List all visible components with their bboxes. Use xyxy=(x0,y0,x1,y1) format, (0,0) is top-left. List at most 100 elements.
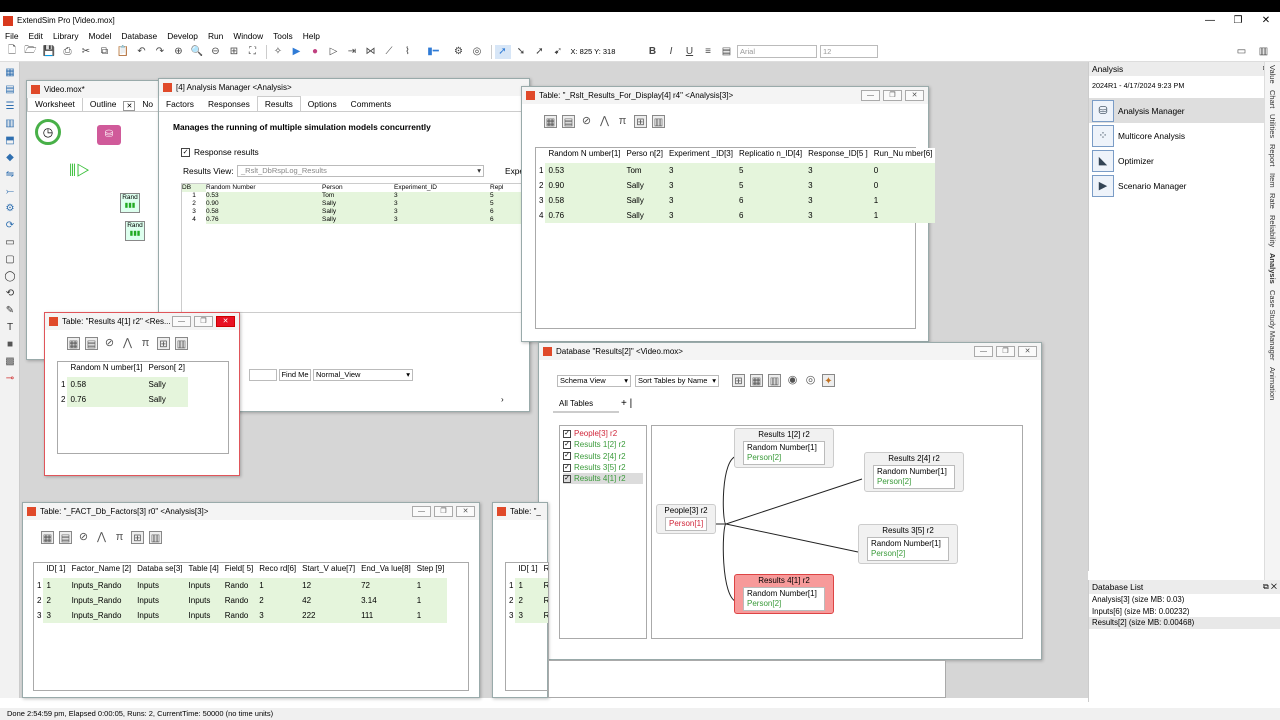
tab-comments[interactable]: Comments xyxy=(344,97,399,111)
cut-icon[interactable]: ✂ xyxy=(78,45,94,59)
shadow-icon[interactable]: ▤ xyxy=(719,45,735,59)
block-icon[interactable]: ▦ xyxy=(3,65,17,79)
people-node[interactable]: People[3] r2 Person[1] xyxy=(656,504,716,534)
results3-node[interactable]: Results 3[5] r2 Random Number[1] Person[2… xyxy=(858,524,958,564)
menu-database[interactable]: Database xyxy=(121,31,157,41)
table-cell[interactable]: Sally xyxy=(623,208,666,223)
table-cell[interactable]: 1 xyxy=(870,193,936,208)
table-cell[interactable]: 1 xyxy=(256,578,300,593)
new-icon[interactable]: 🗋 xyxy=(4,45,20,59)
menu-file[interactable]: File xyxy=(5,31,19,41)
minimize-button[interactable]: — xyxy=(861,90,880,101)
text-icon[interactable]: T xyxy=(3,320,17,334)
table-cell[interactable]: Inputs_Rando xyxy=(68,578,135,593)
table-cell[interactable]: Inputs_Rando xyxy=(68,608,135,623)
window-icon[interactable]: ▭ xyxy=(1234,45,1250,59)
list-icon[interactable]: ☰ xyxy=(3,99,17,113)
database-block-icon[interactable]: ⛁ xyxy=(97,125,121,145)
column-header[interactable]: Random N umber[1] xyxy=(545,148,624,163)
table-cell[interactable]: 0 xyxy=(870,163,936,178)
scroll-right-icon[interactable]: › xyxy=(501,395,504,404)
vtab-analysis[interactable]: Analysis xyxy=(1268,250,1277,287)
rounded-rect-icon[interactable]: ▢ xyxy=(3,252,17,266)
minimize-button[interactable]: — xyxy=(172,316,191,327)
column-header[interactable]: Reco rd[6] xyxy=(256,563,300,578)
lambda-icon[interactable]: ⋀ xyxy=(95,531,108,544)
layout-icon[interactable]: ▥ xyxy=(1256,45,1272,59)
scenario-manager-item[interactable]: ▶ Scenario Manager xyxy=(1089,173,1280,198)
table-icon[interactable]: ▦ xyxy=(544,114,557,128)
redo-icon[interactable]: ↷ xyxy=(152,45,168,59)
column-header[interactable]: Random N umber[1] xyxy=(67,362,146,377)
random-block[interactable]: Rand ▮▮▮ xyxy=(120,193,140,213)
table-cell[interactable]: 3 xyxy=(665,193,736,208)
results-view-select[interactable]: _Rslt_DbRspLog_Results ▾ xyxy=(237,165,484,177)
tab-factors[interactable]: Factors xyxy=(159,97,201,111)
column-header[interactable]: R xyxy=(540,563,548,578)
table-list-item[interactable]: ✓ People[3] r2 xyxy=(563,428,643,439)
pointer4-icon[interactable]: ➹ xyxy=(550,45,566,59)
table-cell[interactable]: 5 xyxy=(735,163,806,178)
schema-view-select[interactable]: Schema View ▾ xyxy=(557,375,631,387)
zoom-select-icon[interactable]: ⛶ xyxy=(245,45,261,59)
table-cell[interactable]: Inputs xyxy=(134,608,186,623)
close-button[interactable]: ✕ xyxy=(456,506,475,517)
table-cell[interactable]: 0.76 xyxy=(67,392,146,407)
copy-icon[interactable]: ⧉ xyxy=(97,45,113,59)
column-header[interactable]: Run_Nu mber[6] xyxy=(870,148,936,163)
menu-window[interactable]: Window xyxy=(233,31,263,41)
step-event-icon[interactable]: ⇥ xyxy=(344,45,360,59)
column-header[interactable]: Start_V alue[7] xyxy=(299,563,359,578)
table-cell[interactable]: 12 xyxy=(299,578,359,593)
pi-icon[interactable]: π xyxy=(616,115,629,128)
lambda-icon[interactable]: ⋀ xyxy=(121,337,134,350)
menu-model[interactable]: Model xyxy=(89,31,112,41)
table-icon[interactable]: ▦ xyxy=(67,336,80,350)
flow-icon[interactable]: ⇋ xyxy=(3,167,17,181)
tab-responses[interactable]: Responses xyxy=(201,97,257,111)
pi-icon[interactable]: π xyxy=(113,531,126,544)
table-cell[interactable]: Rando xyxy=(221,578,257,593)
sort-tables-select[interactable]: Sort Tables by Name ▾ xyxy=(635,375,719,387)
vtab-chart[interactable]: Chart xyxy=(1268,87,1277,111)
table-cell[interactable]: Inputs xyxy=(185,593,222,608)
open-icon[interactable]: 🗁 xyxy=(23,45,39,59)
table-cell[interactable]: 2 xyxy=(515,593,541,608)
tab-options[interactable]: Options xyxy=(301,97,344,111)
view-select[interactable]: Normal_View ▾ xyxy=(313,369,413,381)
table-checkbox[interactable]: ✓ xyxy=(563,452,571,461)
table-cell[interactable]: 1 xyxy=(413,593,448,608)
table-cell[interactable]: 2 xyxy=(256,593,300,608)
calc-icon[interactable]: ▥ xyxy=(175,336,188,350)
menu-run[interactable]: Run xyxy=(208,31,223,41)
table-checkbox[interactable]: ✓ xyxy=(563,440,571,449)
pin-close-icon[interactable]: ⧉ ✕ xyxy=(1263,580,1277,594)
column-header[interactable]: ID[ 1] xyxy=(43,563,69,578)
stop-icon[interactable]: ● xyxy=(307,45,323,59)
table-cell[interactable]: 111 xyxy=(358,608,414,623)
run-icon[interactable]: ▶ xyxy=(289,45,305,59)
menu-edit[interactable]: Edit xyxy=(29,31,43,41)
maximize-button[interactable]: ❐ xyxy=(883,90,902,101)
table-cell[interactable]: Inputs xyxy=(134,578,186,593)
table-cell[interactable]: R xyxy=(540,578,548,593)
underline-icon[interactable]: U xyxy=(682,45,698,59)
debug-icon[interactable]: ⚙ xyxy=(451,45,467,59)
table-icon[interactable]: ▥ xyxy=(768,374,781,387)
table-icon[interactable]: ▦ xyxy=(41,530,54,544)
table-cell[interactable]: 3.14 xyxy=(358,593,414,608)
results4-node[interactable]: Results 4[1] r2 Random Number[1] Person[2… xyxy=(734,574,834,614)
maximize-button[interactable]: ❐ xyxy=(1224,12,1252,29)
table-list-item[interactable]: ✓ Results 2[4] r2 xyxy=(563,451,643,462)
vtab-rate[interactable]: Rate xyxy=(1268,190,1277,212)
column-header[interactable]: Response_ID[5 ] xyxy=(805,148,871,163)
close-button[interactable]: ✕ xyxy=(1252,12,1280,29)
rect-icon[interactable]: ▭ xyxy=(3,235,17,249)
view-icon[interactable]: ◉ xyxy=(786,374,799,387)
table-cell[interactable]: 1 xyxy=(870,208,936,223)
eye-icon[interactable]: ◎ xyxy=(804,374,817,387)
grid-icon[interactable]: ▦ xyxy=(750,374,763,387)
menu-help[interactable]: Help xyxy=(303,31,320,41)
table-cell[interactable]: 3 xyxy=(805,193,871,208)
speed-slider[interactable]: ▮━ xyxy=(418,45,448,59)
